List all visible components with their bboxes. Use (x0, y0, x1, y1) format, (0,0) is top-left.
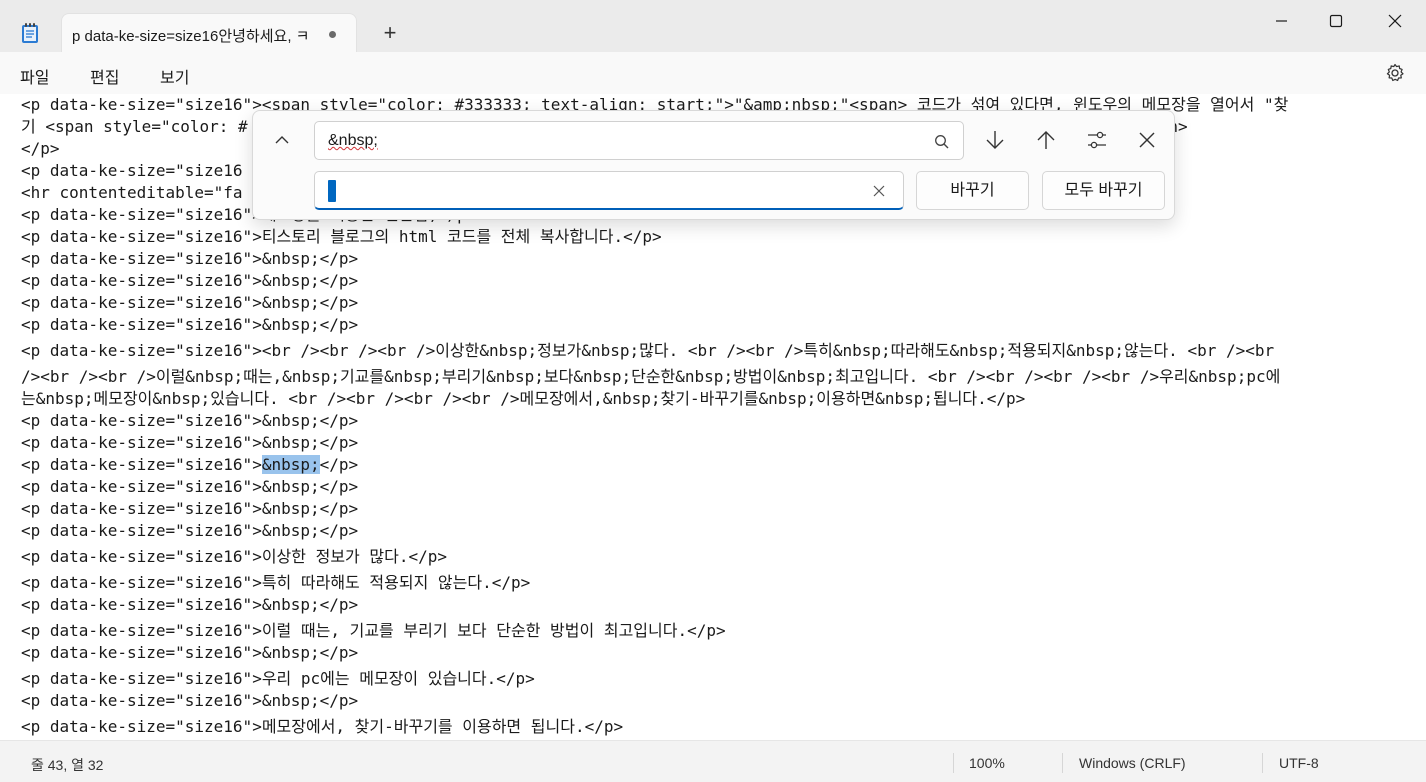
editor-line: <p data-ke-size="size16">&nbsp;</p> (21, 521, 359, 540)
line-ending[interactable]: Windows (CRLF) (1079, 755, 1186, 771)
menu-bar: 파일 편집 보기 (0, 52, 1426, 94)
encoding[interactable]: UTF-8 (1279, 755, 1319, 771)
settings-gear-icon[interactable] (1385, 63, 1405, 83)
cursor-position: 줄 43, 열 32 (31, 757, 104, 773)
close-panel-icon[interactable] (1132, 125, 1162, 155)
arrow-up-icon[interactable] (1031, 125, 1061, 155)
replace-all-button[interactable]: 모두 바꾸기 (1042, 171, 1165, 210)
replace-button[interactable]: 바꾸기 (916, 171, 1029, 210)
editor-line: <p data-ke-size="size16">&nbsp;</p> (21, 691, 359, 710)
editor-line: <p data-ke-size="size16"><br /><br /><br… (21, 341, 1275, 360)
editor-line: <p data-ke-size="size16">우리 pc에는 메모장이 있습… (21, 669, 535, 688)
find-input[interactable]: &nbsp; (314, 121, 964, 160)
editor-line: <p data-ke-size="size16">&nbsp;</p> (21, 271, 359, 290)
editor-line: <p data-ke-size="size16">&nbsp;</p> (21, 595, 359, 614)
editor-line: <p data-ke-size="size16">&nbsp;</p> (21, 643, 359, 662)
tab-title: p data-ke-size=size16안녕하세요, ㅋ (72, 28, 310, 45)
text-caret (328, 180, 336, 202)
editor-line: <p data-ke-size="size16">&nbsp;</p> (21, 411, 359, 430)
find-input-value: &nbsp; (328, 132, 378, 149)
editor-line: /><br /><br />이럴&nbsp;때는,&nbsp;기교를&nbsp;… (21, 367, 1281, 386)
menu-file[interactable]: 파일 (20, 64, 49, 88)
editor-line: 는&nbsp;메모장이&nbsp;있습니다. <br /><br /><br /… (21, 389, 1026, 408)
document-tab[interactable]: p data-ke-size=size16안녕하세요, ㅋ (61, 13, 357, 53)
editor-line: <p data-ke-size="size16">이상한 정보가 많다.</p> (21, 547, 448, 566)
new-tab-button[interactable]: + (376, 20, 404, 48)
editor-line: <p data-ke-size="size16">이럴 때는, 기교를 부리기 … (21, 621, 726, 640)
editor-line: <p data-ke-size="size16">&nbsp;</p> (21, 499, 359, 518)
status-divider (953, 753, 954, 773)
line-suffix: </p> (319, 455, 359, 474)
notepad-app-icon (22, 23, 38, 43)
editor-line: <p data-ke-size="size16">메모장에서, 찾기-바꾸기를 … (21, 717, 624, 736)
status-divider (1062, 753, 1063, 773)
maximize-icon[interactable] (1318, 8, 1354, 34)
editor-line: <p data-ke-size="size16">&nbsp;</p> (21, 477, 359, 496)
search-icon[interactable] (933, 133, 951, 151)
clear-icon[interactable] (871, 183, 887, 199)
menu-view[interactable]: 보기 (160, 64, 189, 88)
editor-line: <p data-ke-size="size16">특히 따라해도 적용되지 않는… (21, 573, 531, 592)
editor-line: <p data-ke-size="size16">&nbsp;</p> (21, 315, 359, 334)
arrow-down-icon[interactable] (980, 125, 1010, 155)
menu-edit[interactable]: 편집 (90, 64, 119, 88)
search-match-highlight: &nbsp; (261, 455, 320, 474)
line-prefix: <p data-ke-size="size16"> (21, 455, 262, 474)
title-bar: p data-ke-size=size16안녕하세요, ㅋ + (0, 0, 1426, 53)
status-bar: 줄 43, 열 32 100% Windows (CRLF) UTF-8 (0, 740, 1426, 782)
unsaved-dot-icon[interactable] (329, 31, 336, 38)
editor-line: <p data-ke-size="size16">&nbsp;</p> (21, 293, 359, 312)
minimize-icon[interactable] (1264, 8, 1300, 34)
replace-input[interactable] (314, 171, 904, 210)
editor-line: <p data-ke-size="size16">&nbsp;</p> (21, 433, 359, 452)
zoom-level[interactable]: 100% (969, 755, 1005, 771)
chevron-up-icon[interactable] (267, 125, 297, 155)
options-sliders-icon[interactable] (1082, 125, 1112, 155)
find-replace-panel: &nbsp; 바꾸기 모두 바꾸기 (252, 110, 1175, 220)
editor-line: <p data-ke-size="size16">티스토리 블로그의 html … (21, 227, 662, 246)
status-divider (1262, 753, 1263, 773)
editor-line-current: <p data-ke-size="size16">&nbsp;</p> (21, 454, 1288, 476)
editor-line: <p data-ke-size="size16">&nbsp;</p> (21, 249, 359, 268)
close-window-icon[interactable] (1377, 8, 1413, 34)
